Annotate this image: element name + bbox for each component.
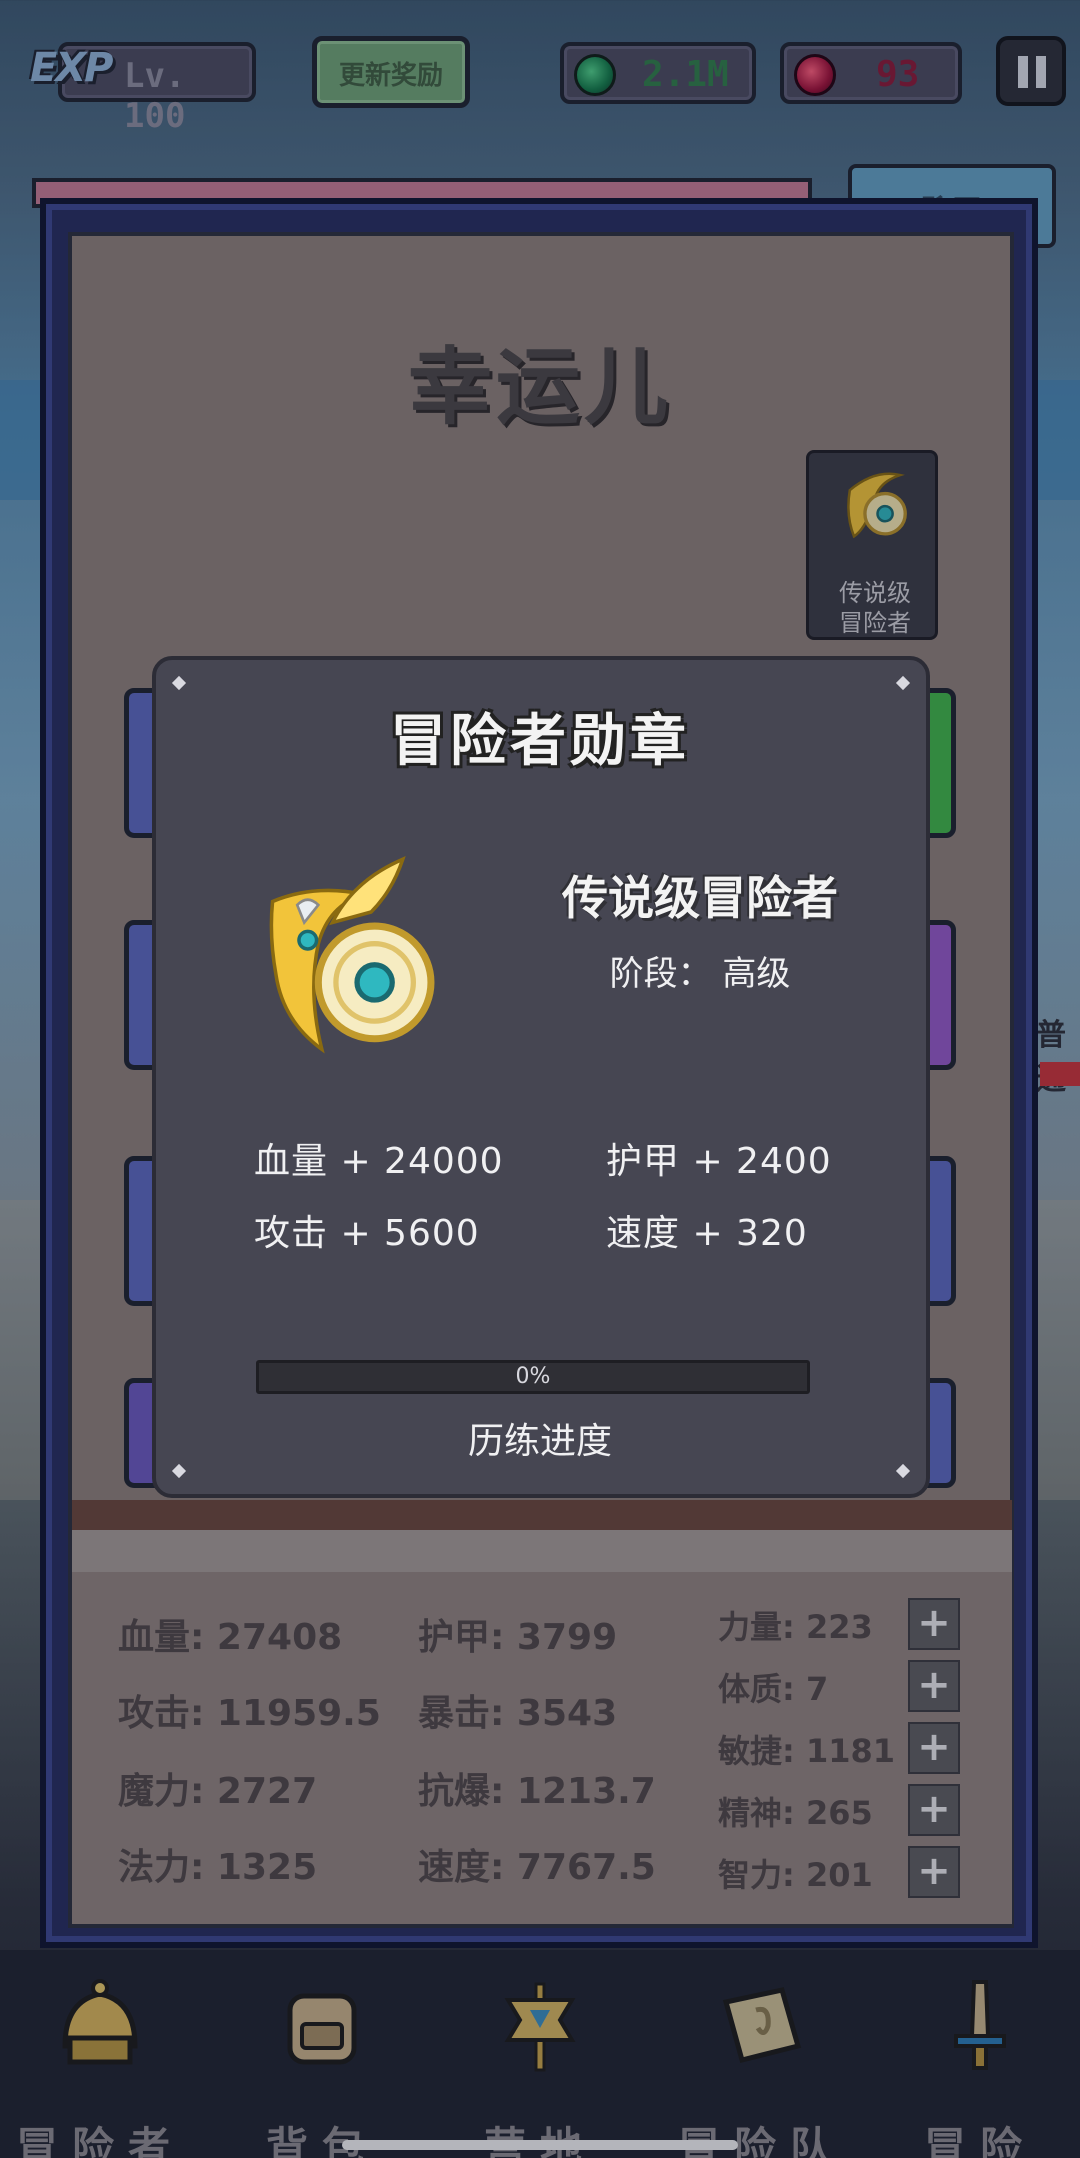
medal-attr-speed: 速度 + 320 bbox=[606, 1213, 808, 1254]
medal-attr-armor: 护甲 + 2400 bbox=[606, 1141, 832, 1182]
modal-corner-ornament bbox=[895, 675, 911, 691]
medal-attr-attack: 攻击 + 5600 bbox=[254, 1213, 480, 1254]
progress-label: 历练进度 bbox=[467, 1421, 612, 1462]
legendary-medal-icon bbox=[269, 856, 435, 1054]
modal-corner-ornament bbox=[171, 1463, 187, 1479]
modal-corner-ornament bbox=[895, 1463, 911, 1479]
medal-stage: 阶段： 高级 bbox=[609, 954, 791, 994]
modal-corner-ornament bbox=[171, 675, 187, 691]
progress-percent: 0% bbox=[515, 1364, 551, 1389]
modal-title: 冒险者勋章 bbox=[390, 709, 690, 774]
medal-attr-hp: 血量 + 24000 bbox=[254, 1141, 504, 1182]
progress-bar: 0% bbox=[256, 1360, 810, 1394]
medal-name: 传说级冒险者 bbox=[562, 871, 838, 925]
